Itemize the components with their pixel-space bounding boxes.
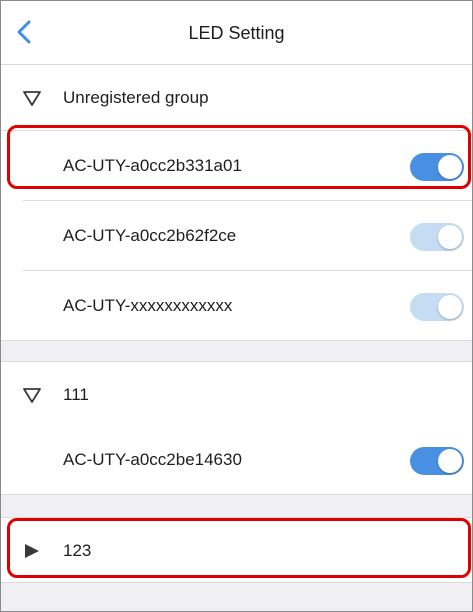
section-gap (1, 495, 472, 517)
collapsed-triangle-icon (22, 518, 42, 584)
led-toggle[interactable] (410, 293, 464, 321)
group-header-111[interactable]: 111 (1, 361, 472, 427)
device-name: AC-UTY-a0cc2be14630 (63, 450, 242, 469)
led-toggle[interactable] (410, 447, 464, 475)
group-header-123[interactable]: 123 (1, 517, 472, 583)
group-label: 111 (63, 385, 89, 404)
device-row: AC-UTY-a0cc2b331a01 (1, 131, 472, 201)
expanded-triangle-icon (22, 362, 42, 428)
toggle-knob (438, 225, 462, 249)
toggle-knob (438, 155, 462, 179)
device-name: AC-UTY-a0cc2b331a01 (63, 156, 242, 175)
device-row: AC-UTY-xxxxxxxxxxxx (1, 271, 472, 341)
toggle-knob (438, 449, 462, 473)
group-label: Unregistered group (63, 88, 209, 107)
expanded-triangle-icon (22, 65, 42, 131)
led-toggle[interactable] (410, 223, 464, 251)
device-name: AC-UTY-xxxxxxxxxxxx (63, 296, 233, 315)
section-gap (1, 583, 472, 611)
page-title: LED Setting (188, 23, 285, 43)
toggle-knob (438, 295, 462, 319)
led-toggle[interactable] (410, 153, 464, 181)
group-header-unregistered[interactable]: Unregistered group (1, 65, 472, 131)
screen: LED Setting Unregistered group AC-UTY-a0… (0, 0, 473, 612)
nav-bar: LED Setting (1, 1, 472, 65)
device-row: AC-UTY-a0cc2b62f2ce (1, 201, 472, 271)
device-row: AC-UTY-a0cc2be14630 (1, 425, 472, 495)
group-label: 123 (63, 541, 92, 560)
device-name: AC-UTY-a0cc2b62f2ce (63, 226, 237, 245)
